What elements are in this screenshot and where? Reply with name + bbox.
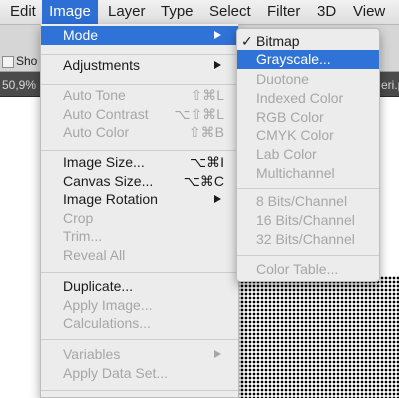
menu-separator: [41, 339, 238, 340]
show-checkbox[interactable]: [2, 56, 14, 68]
menu-item-auto-contrast-label: Auto Contrast: [63, 106, 149, 122]
menu-item-crop[interactable]: Crop: [41, 209, 238, 228]
submenu-item-rgb-color[interactable]: RGB Color: [237, 108, 379, 127]
menu-item-crop-label: Crop: [63, 210, 94, 226]
menu-item-trim[interactable]: Trim...: [41, 227, 238, 246]
submenu-item-grayscale-label: Grayscale...: [256, 51, 331, 67]
menu-image[interactable]: Image: [42, 0, 98, 24]
shortcut-auto-tone: ⇧⌘L: [190, 87, 224, 103]
submenu-item-8-bits[interactable]: 8 Bits/Channel: [237, 192, 379, 211]
menu-item-apply-data-set-label: Apply Data Set...: [63, 365, 169, 381]
submenu-arrow-icon: [214, 61, 221, 69]
menu-item-trim-label: Trim...: [63, 228, 103, 244]
menu-separator: [41, 54, 238, 55]
menu-item-auto-tone[interactable]: Auto Tone ⇧⌘L: [41, 86, 238, 105]
menu-select[interactable]: Select: [209, 0, 251, 24]
menu-item-image-rotation[interactable]: Image Rotation: [41, 190, 238, 209]
submenu-item-bitmap-label: Bitmap: [256, 33, 300, 49]
submenu-item-color-table-label: Color Table...: [256, 261, 339, 277]
submenu-item-cmyk-color[interactable]: CMYK Color: [237, 126, 379, 145]
menu-type[interactable]: Type: [161, 0, 194, 24]
image-menu: Mode Adjustments Auto Tone ⇧⌘L Auto Cont…: [40, 24, 239, 398]
shortcut-image-size: ⌥⌘I: [189, 154, 224, 170]
menu-layer[interactable]: Layer: [108, 0, 146, 24]
shortcut-auto-color: ⇧⌘B: [188, 124, 224, 140]
menu-item-canvas-size[interactable]: Canvas Size... ⌥⌘C: [41, 172, 238, 191]
menu-view[interactable]: View: [353, 0, 385, 24]
menu-item-mode-label: Mode: [63, 27, 99, 43]
submenu-item-grayscale[interactable]: Grayscale...: [237, 50, 379, 69]
menu-item-auto-color-label: Auto Color: [63, 124, 130, 140]
menu-separator: [41, 390, 238, 391]
submenu-item-16-bits-label: 16 Bits/Channel: [256, 212, 355, 228]
menu-item-calculations-label: Calculations...: [63, 315, 151, 331]
mode-submenu: ✓ Bitmap Grayscale... Duotone Indexed Co…: [236, 28, 380, 282]
submenu-item-duotone[interactable]: Duotone: [237, 70, 379, 89]
submenu-item-lab-color[interactable]: Lab Color: [237, 145, 379, 164]
menu-item-mode[interactable]: Mode: [41, 26, 238, 45]
submenu-arrow-icon: [214, 350, 221, 358]
menu-item-variables-label: Variables: [63, 346, 121, 362]
menu-item-auto-color[interactable]: Auto Color ⇧⌘B: [41, 123, 238, 142]
menu-item-adjustments[interactable]: Adjustments: [41, 56, 238, 75]
submenu-item-indexed-color-label: Indexed Color: [256, 90, 344, 106]
menu-item-duplicate-label: Duplicate...: [63, 278, 134, 294]
shortcut-canvas-size: ⌥⌘C: [183, 173, 224, 189]
menu-item-image-size-label: Image Size...: [63, 154, 145, 170]
halftone-photo: [228, 276, 399, 398]
show-checkbox-label: Sho: [16, 54, 38, 68]
menu-separator: [41, 84, 238, 85]
menu-item-apply-data-set[interactable]: Apply Data Set...: [41, 364, 238, 383]
menu-item-auto-tone-label: Auto Tone: [63, 87, 126, 103]
menu-item-image-size[interactable]: Image Size... ⌥⌘I: [41, 153, 238, 172]
menu-item-image-rotation-label: Image Rotation: [63, 191, 158, 207]
menu-item-duplicate[interactable]: Duplicate...: [41, 277, 238, 296]
submenu-item-bitmap[interactable]: ✓ Bitmap: [237, 32, 379, 51]
submenu-item-32-bits[interactable]: 32 Bits/Channel: [237, 230, 379, 249]
menu-item-canvas-size-label: Canvas Size...: [63, 173, 154, 189]
menu-item-apply-image-label: Apply Image...: [63, 297, 153, 313]
menu-filter[interactable]: Filter: [267, 0, 300, 24]
submenu-item-multichannel-label: Multichannel: [256, 165, 335, 181]
submenu-item-cmyk-color-label: CMYK Color: [256, 127, 334, 143]
submenu-item-16-bits[interactable]: 16 Bits/Channel: [237, 211, 379, 230]
menu-edit[interactable]: Edit: [4, 0, 40, 24]
submenu-item-indexed-color[interactable]: Indexed Color: [237, 89, 379, 108]
submenu-item-rgb-color-label: RGB Color: [256, 109, 324, 125]
submenu-item-multichannel[interactable]: Multichannel: [237, 164, 379, 183]
menu-separator: [237, 255, 379, 256]
menu-3d[interactable]: 3D: [317, 0, 336, 24]
app-menubar: Edit Image Layer Type Select Filter 3D V…: [0, 0, 399, 25]
document-tab-right[interactable]: eri.ps: [381, 78, 399, 92]
submenu-item-8-bits-label: 8 Bits/Channel: [256, 193, 348, 209]
submenu-arrow-icon: [214, 195, 221, 203]
submenu-item-32-bits-label: 32 Bits/Channel: [256, 231, 355, 247]
menu-item-apply-image[interactable]: Apply Image...: [41, 296, 238, 315]
shortcut-auto-contrast: ⌥⇧⌘L: [174, 106, 224, 122]
submenu-item-lab-color-label: Lab Color: [256, 146, 317, 162]
menu-item-reveal-all[interactable]: Reveal All: [41, 246, 238, 265]
submenu-arrow-icon: [214, 31, 221, 39]
menu-item-adjustments-label: Adjustments: [63, 57, 141, 73]
menu-separator: [237, 188, 379, 189]
menu-separator: [41, 272, 238, 273]
menu-item-auto-contrast[interactable]: Auto Contrast ⌥⇧⌘L: [41, 105, 238, 124]
menu-item-variables[interactable]: Variables: [41, 345, 238, 364]
submenu-item-duotone-label: Duotone: [256, 71, 309, 87]
menu-item-calculations[interactable]: Calculations...: [41, 314, 238, 333]
menu-separator: [41, 150, 238, 151]
menu-item-reveal-all-label: Reveal All: [63, 247, 126, 263]
checkmark-icon: ✓: [241, 33, 253, 49]
submenu-item-color-table[interactable]: Color Table...: [237, 260, 379, 279]
